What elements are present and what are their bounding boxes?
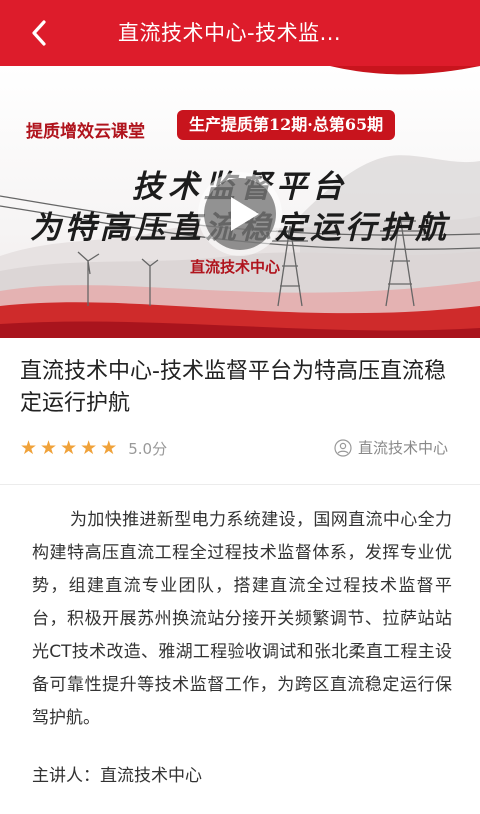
star-icon: ★ — [20, 437, 38, 459]
back-button[interactable] — [18, 12, 60, 54]
star-icon: ★ — [100, 437, 118, 459]
course-description: 为加快推进新型电力系统建设，国网直流中心全力构建特高压直流工程全过程技术监督体系… — [32, 510, 452, 728]
speaker: 主讲人：直流技术中心 — [32, 766, 202, 786]
star-icon: ★ — [60, 437, 78, 459]
author-info: 直流技术中心 — [334, 437, 448, 458]
play-icon[interactable] — [197, 171, 283, 257]
user-icon — [334, 438, 352, 457]
author-name: 直流技术中心 — [357, 439, 448, 457]
divider — [0, 484, 480, 485]
star-icon: ★ — [40, 437, 58, 459]
rating: ★ ★ ★ ★ ★ 5.0分 — [20, 437, 167, 459]
top-bar: 直流技术中心-技术监... — [0, 0, 480, 66]
video-player[interactable]: 提质增效云课堂 生产提质第12期·总第65期 技术监督平台 为特高压直流稳定运行… — [0, 66, 480, 338]
course-title: 直流技术中心-技术监督平台为特高压直流稳定运行护航 — [20, 359, 446, 416]
rating-score: 5.0分 — [128, 439, 168, 458]
star-icon: ★ — [80, 437, 98, 459]
page-title: 直流技术中心-技术监... — [118, 21, 342, 45]
poster-tag-left: 提质增效云课堂 — [26, 122, 145, 142]
back-arrow-icon — [32, 20, 46, 46]
poster-organization: 直流技术中心 — [190, 258, 281, 276]
poster-tag-right: 生产提质第12期·总第65期 — [177, 110, 396, 140]
